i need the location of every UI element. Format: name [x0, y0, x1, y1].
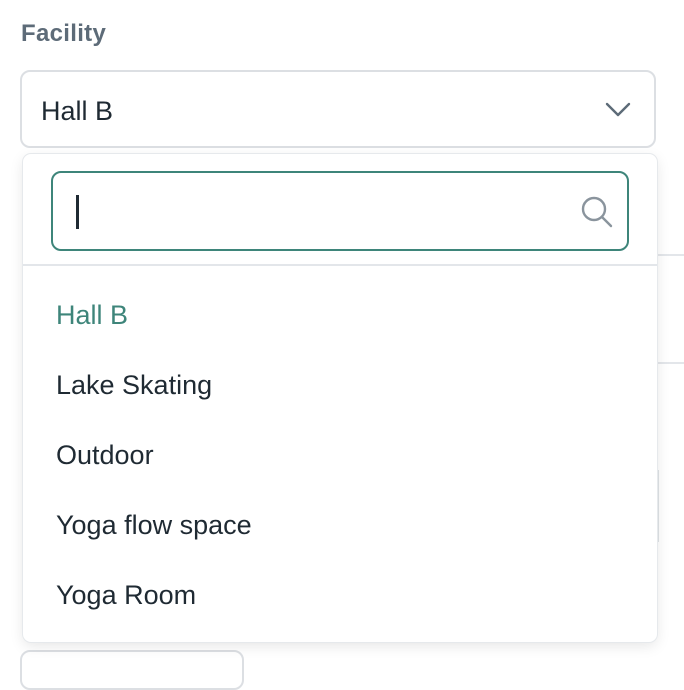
background-divider	[656, 254, 684, 256]
facility-select-value: Hall B	[41, 96, 114, 126]
option-outdoor[interactable]: Outdoor	[23, 420, 657, 490]
option-list: Hall B Lake Skating Outdoor Yoga flow sp…	[23, 280, 657, 630]
dropdown-divider	[23, 264, 657, 266]
background-field-edge	[657, 470, 659, 542]
chevron-down-icon[interactable]	[604, 99, 632, 119]
facility-label: Facility	[21, 20, 107, 47]
search-icon	[581, 196, 613, 228]
option-lake-skating[interactable]: Lake Skating	[23, 350, 657, 420]
option-hall-b[interactable]: Hall B	[23, 280, 657, 350]
option-yoga-flow-space[interactable]: Yoga flow space	[23, 490, 657, 560]
text-cursor	[76, 195, 79, 229]
option-yoga-room[interactable]: Yoga Room	[23, 560, 657, 630]
facility-dropdown: Hall B Lake Skating Outdoor Yoga flow sp…	[23, 154, 657, 642]
search-input[interactable]	[53, 173, 627, 249]
background-divider	[656, 362, 684, 364]
facility-select[interactable]: Hall B	[20, 70, 656, 148]
search-field[interactable]	[51, 171, 629, 251]
background-field	[20, 650, 244, 690]
